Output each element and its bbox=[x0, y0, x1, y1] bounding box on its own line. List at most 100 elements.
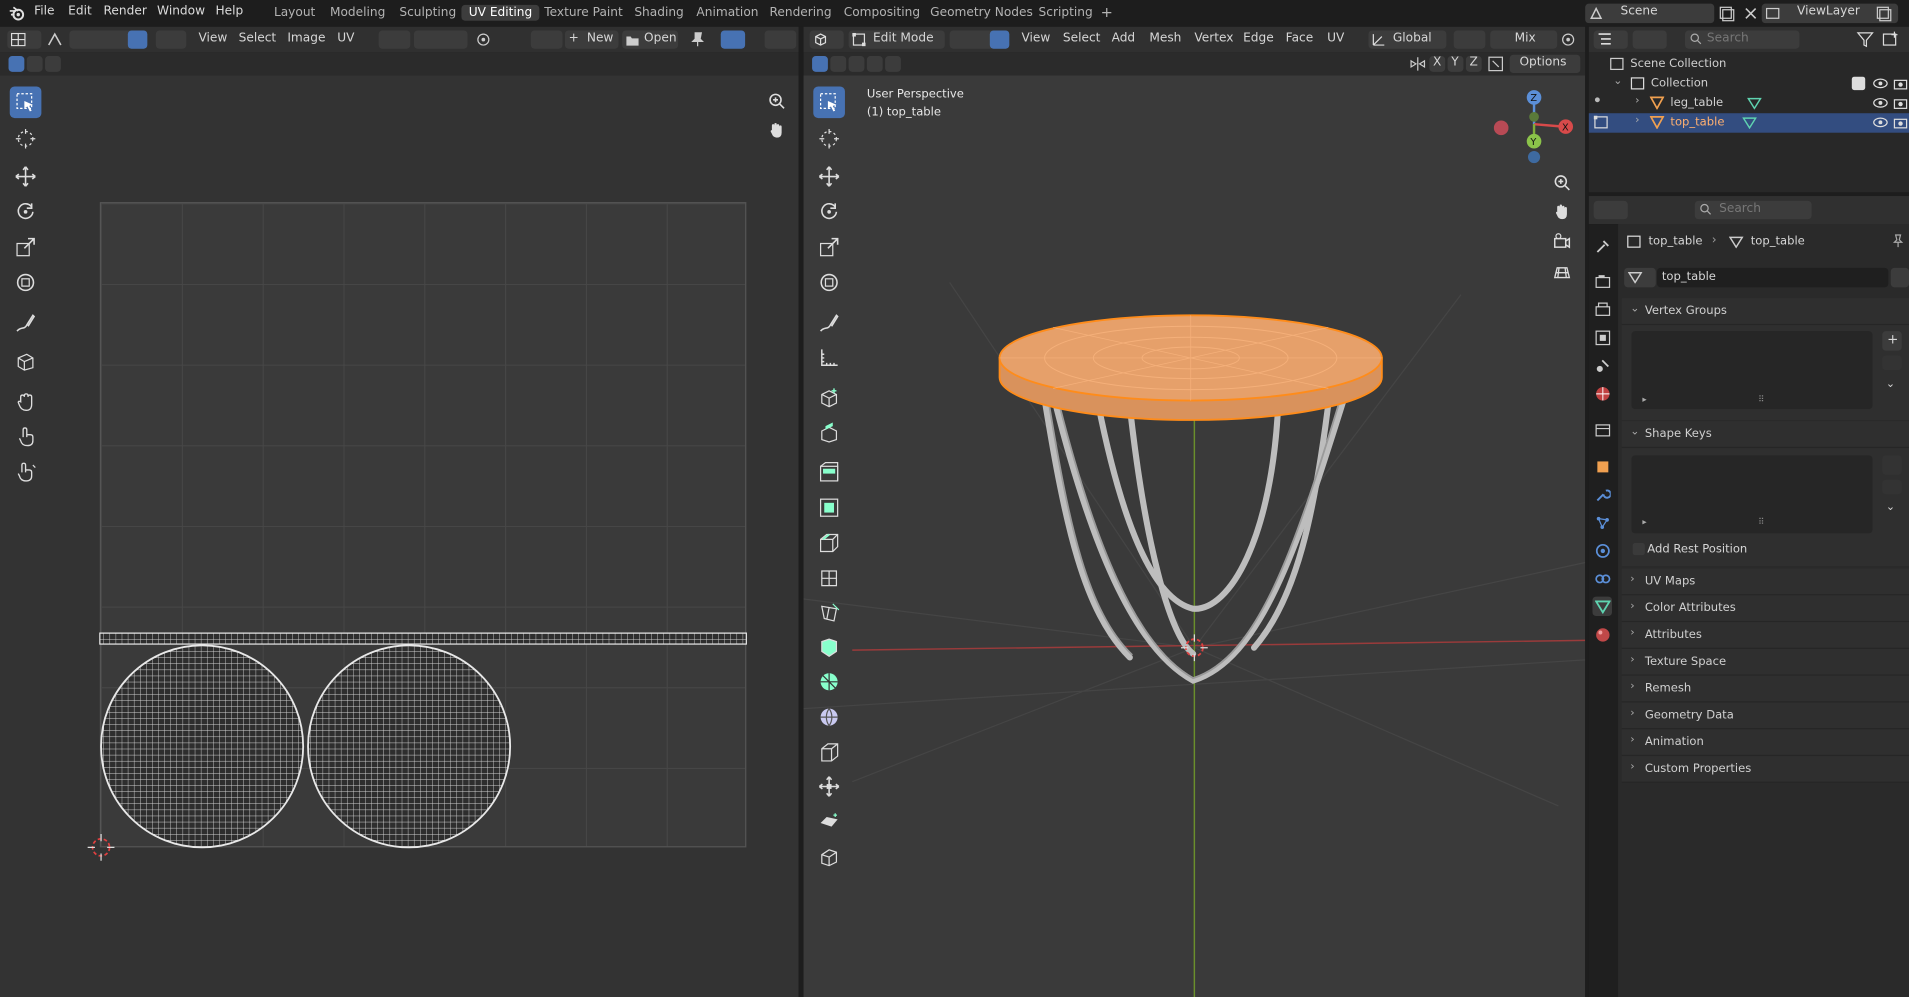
new-viewlayer-icon[interactable] bbox=[1875, 5, 1892, 22]
tool-measure[interactable] bbox=[813, 342, 845, 374]
outliner-row-top-table[interactable]: › top_table bbox=[1588, 113, 1909, 133]
tool-move[interactable] bbox=[813, 161, 845, 193]
add-rest-position-checkbox[interactable] bbox=[1632, 543, 1645, 556]
camera-render-icon[interactable] bbox=[1893, 77, 1908, 90]
fake-user-shield-icon[interactable] bbox=[1890, 267, 1909, 288]
mesh-data-icon[interactable] bbox=[1747, 96, 1762, 110]
eye-icon[interactable] bbox=[1873, 77, 1889, 90]
uv-tool-select-box[interactable] bbox=[9, 86, 42, 119]
remove-shape-key-button[interactable] bbox=[1882, 479, 1902, 495]
properties-editor-type-selector[interactable] bbox=[1593, 200, 1628, 220]
tool-extrude-region[interactable] bbox=[813, 416, 845, 448]
select-subtract-button[interactable] bbox=[848, 56, 865, 72]
section-geometry-data[interactable]: › Geometry Data bbox=[1621, 702, 1909, 730]
tool-shrink-fatten[interactable] bbox=[813, 701, 845, 733]
viewport-menu-select[interactable]: Select bbox=[1063, 32, 1101, 45]
tool-transform[interactable] bbox=[813, 267, 845, 299]
uv-tool-relax[interactable] bbox=[10, 421, 42, 453]
ortho-grid-icon[interactable] bbox=[1552, 263, 1571, 282]
viewport-pan-hand-icon[interactable] bbox=[1552, 202, 1571, 221]
section-animation[interactable]: › Animation bbox=[1621, 729, 1909, 757]
uv-tool-pinch[interactable] bbox=[10, 457, 42, 489]
expand-chevron-icon[interactable]: › bbox=[1635, 114, 1639, 126]
mesh-data-icon[interactable] bbox=[1742, 116, 1757, 130]
mesh-select-mode-face[interactable] bbox=[989, 30, 1010, 49]
viewport-zoom-icon[interactable] bbox=[1552, 173, 1571, 192]
tool-loop-cut[interactable] bbox=[813, 527, 845, 559]
tab-geometry-nodes[interactable]: Geometry Nodes bbox=[930, 6, 1033, 19]
list-filter-toggle-icon[interactable]: ▸ bbox=[1642, 394, 1646, 404]
list-filter-toggle-icon[interactable]: ▸ bbox=[1642, 517, 1646, 527]
outliner-row-collection[interactable]: ⌄ Collection bbox=[1589, 74, 1909, 93]
tool-knife[interactable] bbox=[813, 562, 845, 594]
tool-poly-build[interactable] bbox=[813, 598, 845, 630]
material-tab-icon[interactable] bbox=[1592, 625, 1611, 644]
viewport-menu-edge[interactable]: Edge bbox=[1243, 32, 1274, 45]
tool-annotate[interactable] bbox=[813, 307, 845, 339]
edit-mode-object-icon[interactable] bbox=[1593, 115, 1609, 129]
uv-tool-grab[interactable] bbox=[10, 386, 42, 418]
select-invert-button[interactable] bbox=[885, 56, 901, 72]
tool-smooth[interactable] bbox=[813, 666, 845, 698]
new-scene-icon[interactable] bbox=[1718, 5, 1735, 22]
tool-shear[interactable] bbox=[813, 771, 845, 803]
uv-zoom-icon[interactable] bbox=[767, 91, 786, 110]
pin-icon[interactable] bbox=[1891, 234, 1906, 249]
tool-rotate[interactable] bbox=[813, 196, 845, 228]
mesh-data-tab-icon[interactable] bbox=[1592, 596, 1612, 617]
section-color-attributes[interactable]: › Color Attributes bbox=[1621, 595, 1909, 623]
new-collection-icon[interactable] bbox=[1881, 30, 1900, 48]
add-workspace-button[interactable]: + bbox=[1101, 4, 1113, 21]
tool-add-cube[interactable] bbox=[813, 382, 845, 414]
expand-chevron-icon[interactable]: › bbox=[1635, 95, 1639, 107]
constraints-tab-icon[interactable] bbox=[1592, 569, 1611, 588]
render-tab-icon[interactable] bbox=[1592, 272, 1611, 291]
modifier-wrench-icon[interactable] bbox=[1592, 485, 1611, 504]
filter-icon[interactable] bbox=[1855, 30, 1874, 48]
section-remesh[interactable]: › Remesh bbox=[1621, 675, 1909, 703]
select-extend-button[interactable] bbox=[830, 56, 847, 72]
expand-chevron-icon[interactable]: ⌄ bbox=[1613, 75, 1622, 87]
camera-render-icon[interactable] bbox=[1893, 96, 1908, 109]
tool-edge-slide[interactable] bbox=[813, 737, 845, 769]
viewport-menu-view[interactable]: View bbox=[1021, 32, 1050, 45]
add-shape-key-button[interactable] bbox=[1882, 455, 1902, 475]
tool-spin[interactable] bbox=[813, 632, 845, 664]
section-texture-space[interactable]: › Texture Space bbox=[1621, 648, 1909, 676]
uv-tool-cursor[interactable] bbox=[10, 123, 42, 155]
list-resize-handle-icon[interactable]: ⠿ bbox=[1758, 517, 1764, 527]
scene-tab-icon[interactable] bbox=[1592, 356, 1611, 375]
collection-checkbox[interactable] bbox=[1851, 76, 1866, 91]
object-tab-icon[interactable] bbox=[1592, 457, 1611, 476]
tool-tab-icon[interactable] bbox=[1592, 236, 1611, 255]
pivot-point-dropdown[interactable] bbox=[1453, 30, 1486, 49]
shape-keys-list[interactable] bbox=[1631, 455, 1873, 534]
particles-tab-icon[interactable] bbox=[1592, 513, 1611, 532]
section-attributes[interactable]: › Attributes bbox=[1621, 622, 1909, 649]
tab-scripting[interactable]: Scripting bbox=[1039, 6, 1093, 19]
eye-icon[interactable] bbox=[1873, 96, 1889, 109]
section-uv-maps[interactable]: › UV Maps bbox=[1621, 568, 1909, 596]
output-tab-icon[interactable] bbox=[1592, 300, 1611, 319]
outliner-row-leg-table[interactable]: › leg_table bbox=[1589, 94, 1909, 113]
delete-scene-icon[interactable] bbox=[1742, 5, 1759, 22]
viewport-menu-uv[interactable]: UV bbox=[1327, 32, 1344, 45]
section-custom-properties[interactable]: › Custom Properties bbox=[1621, 756, 1909, 783]
camera-view-icon[interactable] bbox=[1552, 233, 1571, 252]
viewport-menu-mesh[interactable]: Mesh bbox=[1149, 32, 1181, 45]
collection-tab-icon[interactable] bbox=[1592, 420, 1611, 439]
tool-inset-faces[interactable] bbox=[813, 457, 845, 489]
navigation-gizmo[interactable]: Z X Y bbox=[1488, 85, 1581, 170]
tool-offset-edge[interactable] bbox=[813, 841, 845, 873]
tool-cursor[interactable] bbox=[813, 123, 845, 155]
tab-compositing[interactable]: Compositing bbox=[844, 6, 920, 19]
shape-key-menu-chevron-icon[interactable]: ⌄ bbox=[1886, 502, 1895, 514]
proportional-edit-icon[interactable] bbox=[1560, 30, 1577, 48]
camera-render-icon[interactable] bbox=[1893, 116, 1908, 129]
auto-merge-icon[interactable] bbox=[1488, 56, 1504, 72]
view-layer-tab-icon[interactable] bbox=[1592, 328, 1611, 347]
vertex-group-menu-chevron-icon[interactable]: ⌄ bbox=[1886, 379, 1895, 391]
uv-pan-hand-icon[interactable] bbox=[767, 121, 786, 140]
section-vertex-groups[interactable]: ⌄ Vertex Groups bbox=[1621, 298, 1909, 326]
tool-bevel[interactable] bbox=[813, 492, 845, 524]
